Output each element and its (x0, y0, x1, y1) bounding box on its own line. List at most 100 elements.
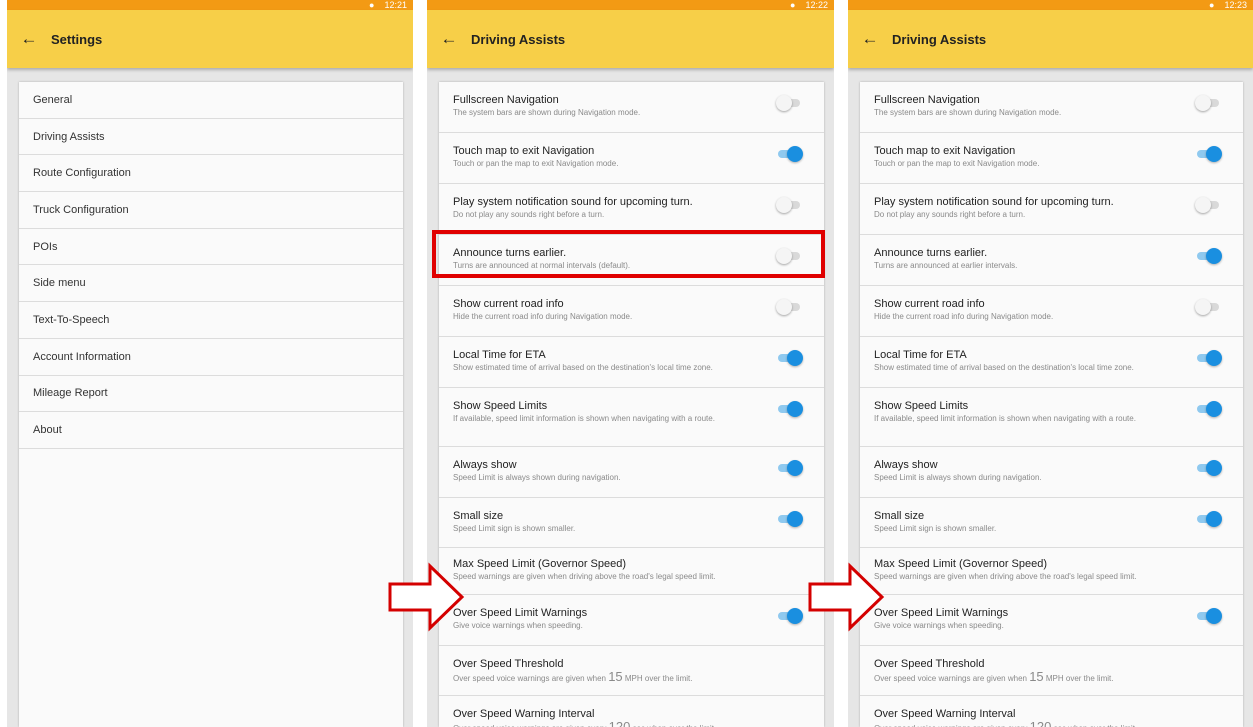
description-value: 15 (1029, 669, 1044, 684)
setting-description: Hide the current road info during Naviga… (453, 312, 633, 321)
setting-row[interactable]: Announce turns earlier. Turns are announc… (860, 235, 1243, 286)
toggle-knob (776, 95, 792, 111)
toggle-switch[interactable] (776, 460, 803, 476)
toggle-switch[interactable] (776, 146, 803, 162)
setting-row[interactable]: Show Speed Limits If available, speed lim… (860, 388, 1243, 447)
toggle-switch[interactable] (776, 197, 802, 213)
setting-row[interactable]: Fullscreen Navigation The system bars are… (860, 82, 1243, 133)
setting-title: Fullscreen Navigation (453, 94, 559, 106)
toggle-switch[interactable] (1195, 197, 1221, 213)
toggle-knob (787, 460, 803, 476)
toggle-switch[interactable] (1195, 608, 1222, 624)
status-time: 12:22 (805, 0, 828, 10)
setting-row[interactable]: Show Speed Limits If available, speed lim… (439, 388, 824, 447)
setting-title: Over Speed Warning Interval (453, 708, 595, 720)
setting-row[interactable]: Play system notification sound for upcom… (860, 184, 1243, 235)
toggle-switch[interactable] (776, 95, 802, 111)
description-text: Over speed voice warnings are given when (453, 674, 609, 683)
settings-item-mileage-report[interactable]: Mileage Report (19, 376, 403, 413)
setting-description: Speed Limit sign is shown smaller. (453, 524, 576, 533)
setting-row[interactable]: Play system notification sound for upcom… (439, 184, 824, 235)
setting-row[interactable]: Over Speed Limit Warnings Give voice warn… (860, 595, 1243, 646)
description-text: MPH over the limit. (622, 674, 693, 683)
toggle-switch[interactable] (1195, 350, 1222, 366)
description-text: Over speed voice warnings are given when (874, 674, 1030, 683)
setting-row[interactable]: Local Time for ETA Show estimated time of… (439, 337, 824, 388)
back-arrow-icon[interactable]: ← (848, 29, 892, 49)
settings-item-pois[interactable]: POIs (19, 229, 403, 266)
toggle-switch[interactable] (776, 299, 802, 315)
setting-description: Do not play any sounds right before a tu… (874, 210, 1026, 219)
setting-row[interactable]: Touch map to exit Navigation Touch or pan… (860, 133, 1243, 184)
setting-row[interactable]: Show current road info Hide the current r… (860, 286, 1243, 337)
toggle-knob (1206, 350, 1222, 366)
status-time: 12:23 (1224, 0, 1247, 10)
settings-item-side-menu[interactable]: Side menu (19, 265, 403, 303)
toggle-knob (787, 146, 803, 162)
setting-title: Play system notification sound for upcom… (874, 196, 1114, 208)
toggle-switch[interactable] (776, 350, 803, 366)
setting-row[interactable]: Max Speed Limit (Governor Speed) Speed wa… (860, 548, 1243, 595)
back-arrow-icon[interactable]: ← (7, 29, 51, 49)
toggle-knob (1195, 299, 1211, 315)
settings-item-label: Route Configuration (33, 167, 131, 180)
setting-title: Play system notification sound for upcom… (453, 196, 693, 208)
toggle-switch[interactable] (1195, 299, 1221, 315)
settings-item-label: Mileage Report (33, 387, 108, 400)
settings-item-route-configuration[interactable]: Route Configuration (19, 155, 403, 193)
setting-row[interactable]: Touch map to exit Navigation Touch or pan… (439, 133, 824, 184)
setting-description: Give voice warnings when speeding. (874, 621, 1004, 630)
settings-item-text-to-speech[interactable]: Text-To-Speech (19, 302, 403, 339)
toggle-switch[interactable] (1195, 511, 1222, 527)
setting-title: Over Speed Threshold (453, 658, 564, 670)
toggle-switch[interactable] (1195, 146, 1222, 162)
status-bar: ● 12:23 (848, 0, 1253, 10)
setting-row[interactable]: Small size Speed Limit sign is shown smal… (439, 498, 824, 548)
right-arrow-annotation-2 (808, 562, 885, 632)
back-arrow-icon[interactable]: ← (427, 29, 471, 49)
setting-row[interactable]: Over Speed Threshold Over speed voice war… (439, 646, 824, 696)
toggle-switch[interactable] (776, 401, 803, 417)
toggle-switch[interactable] (776, 511, 803, 527)
setting-row[interactable]: Over Speed Limit Warnings Give voice warn… (439, 595, 824, 646)
driving-assists-screen-before: ● 12:22 ← Driving Assists Fullscreen Navi… (427, 0, 834, 727)
setting-row[interactable]: Over Speed Threshold Over speed voice war… (860, 646, 1243, 696)
toggle-knob (1206, 511, 1222, 527)
settings-item-general[interactable]: General (19, 82, 403, 119)
description-text: MPH over the limit. (1043, 674, 1114, 683)
setting-description: Over speed voice warnings are given ever… (453, 719, 754, 727)
settings-item-driving-assists[interactable]: Driving Assists (19, 119, 403, 156)
setting-description: Speed Limit is always shown during navig… (874, 473, 1042, 482)
setting-row[interactable]: Small size Speed Limit sign is shown smal… (860, 498, 1243, 548)
settings-item-truck-configuration[interactable]: Truck Configuration (19, 192, 403, 229)
setting-row[interactable]: Max Speed Limit (Governor Speed) Speed wa… (439, 548, 824, 595)
description-value: 120 (608, 719, 631, 727)
setting-row[interactable]: Over Speed Warning IntervalOver speed vo… (860, 696, 1243, 727)
setting-row[interactable]: Fullscreen Navigation The system bars are… (439, 82, 824, 133)
setting-title: Touch map to exit Navigation (874, 145, 1016, 157)
toggle-switch[interactable] (1195, 401, 1222, 417)
settings-item-about[interactable]: About (19, 412, 403, 449)
settings-item-account-information[interactable]: Account Information (19, 339, 403, 376)
setting-description: Touch or pan the map to exit Navigation … (453, 159, 619, 168)
toggle-switch[interactable] (1195, 95, 1221, 111)
app-bar: ← Driving Assists (848, 10, 1253, 68)
setting-row[interactable]: Always show Speed Limit is always shown d… (860, 447, 1243, 498)
toggle-switch[interactable] (1195, 248, 1222, 264)
setting-row[interactable]: Local Time for ETA Show estimated time of… (860, 337, 1243, 388)
driving-assists-screen-after: ● 12:23 ← Driving Assists Fullscreen Navi… (848, 0, 1253, 727)
setting-row[interactable]: Over Speed Warning IntervalOver speed vo… (439, 696, 824, 727)
right-arrow-annotation-1 (388, 562, 465, 632)
toggle-switch[interactable] (776, 608, 803, 624)
setting-row[interactable]: Always show Speed Limit is always shown d… (439, 447, 824, 498)
settings-item-label: POIs (33, 240, 58, 253)
setting-title: Local Time for ETA (874, 349, 967, 361)
settings-item-label: Text-To-Speech (33, 313, 110, 326)
driving-assists-list: Fullscreen Navigation The system bars are… (439, 82, 824, 727)
toggle-switch[interactable] (1195, 460, 1222, 476)
setting-row[interactable]: Show current road info Hide the current r… (439, 286, 824, 337)
toggle-knob (787, 350, 803, 366)
settings-screen: ● 12:21 ← Settings General Driving Assist… (7, 0, 413, 727)
setting-description: If available, speed limit information is… (453, 414, 715, 423)
location-icon: ● (790, 0, 796, 10)
